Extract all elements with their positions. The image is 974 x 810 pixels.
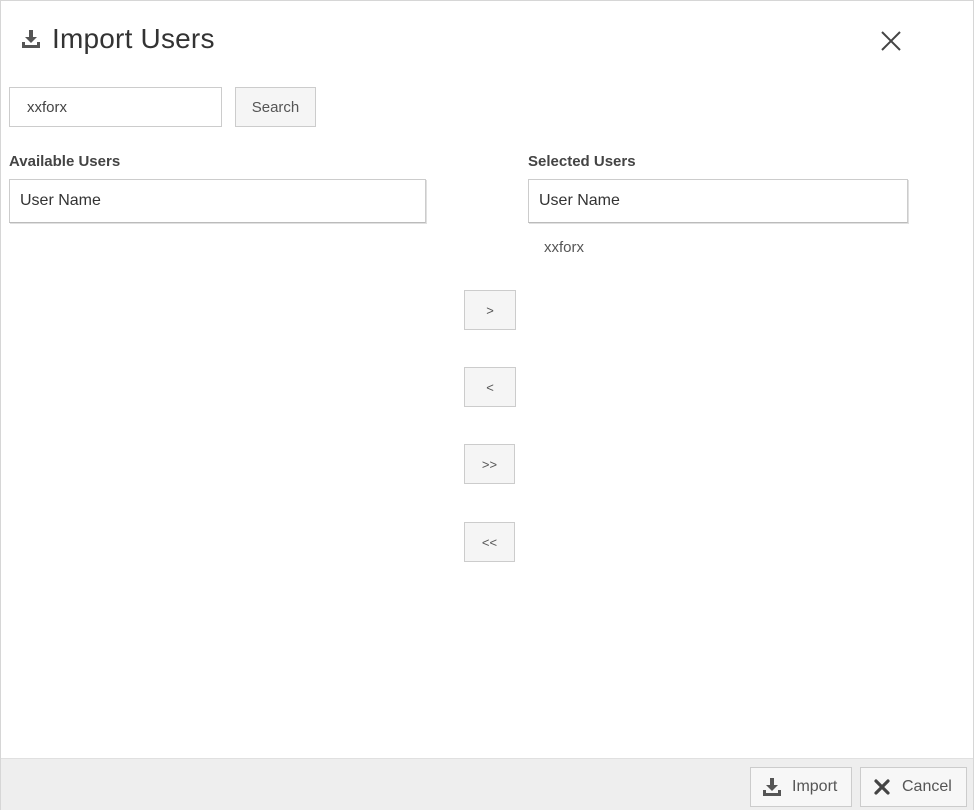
available-users-column-header[interactable]: User Name [9, 179, 426, 223]
selected-users-list: xxforx [528, 223, 908, 743]
dialog-title: Import Users [52, 23, 215, 54]
cancel-button[interactable]: Cancel [860, 767, 967, 807]
dialog-footer: Import Cancel [1, 758, 973, 810]
search-input[interactable] [9, 87, 222, 127]
dialog-header: Import Users [20, 21, 215, 57]
available-users-list [9, 223, 426, 743]
cancel-icon [872, 777, 892, 797]
import-icon [762, 777, 782, 797]
available-users-label: Available Users [9, 153, 121, 170]
close-button[interactable] [873, 25, 909, 61]
import-button-label: Import [792, 778, 838, 795]
search-button[interactable]: Search [235, 87, 316, 127]
close-icon [880, 30, 902, 57]
import-users-dialog: Import Users Search Available Users User… [0, 0, 974, 810]
move-all-right-button[interactable]: >> [464, 444, 515, 484]
selected-users-label: Selected Users [528, 153, 636, 170]
import-icon [20, 28, 42, 50]
move-left-button[interactable]: < [464, 367, 516, 407]
selected-users-column-header[interactable]: User Name [528, 179, 908, 223]
move-all-left-button[interactable]: << [464, 522, 515, 562]
move-right-button[interactable]: > [464, 290, 516, 330]
cancel-button-label: Cancel [902, 778, 952, 795]
import-button[interactable]: Import [750, 767, 853, 807]
list-item[interactable]: xxforx [544, 239, 584, 256]
